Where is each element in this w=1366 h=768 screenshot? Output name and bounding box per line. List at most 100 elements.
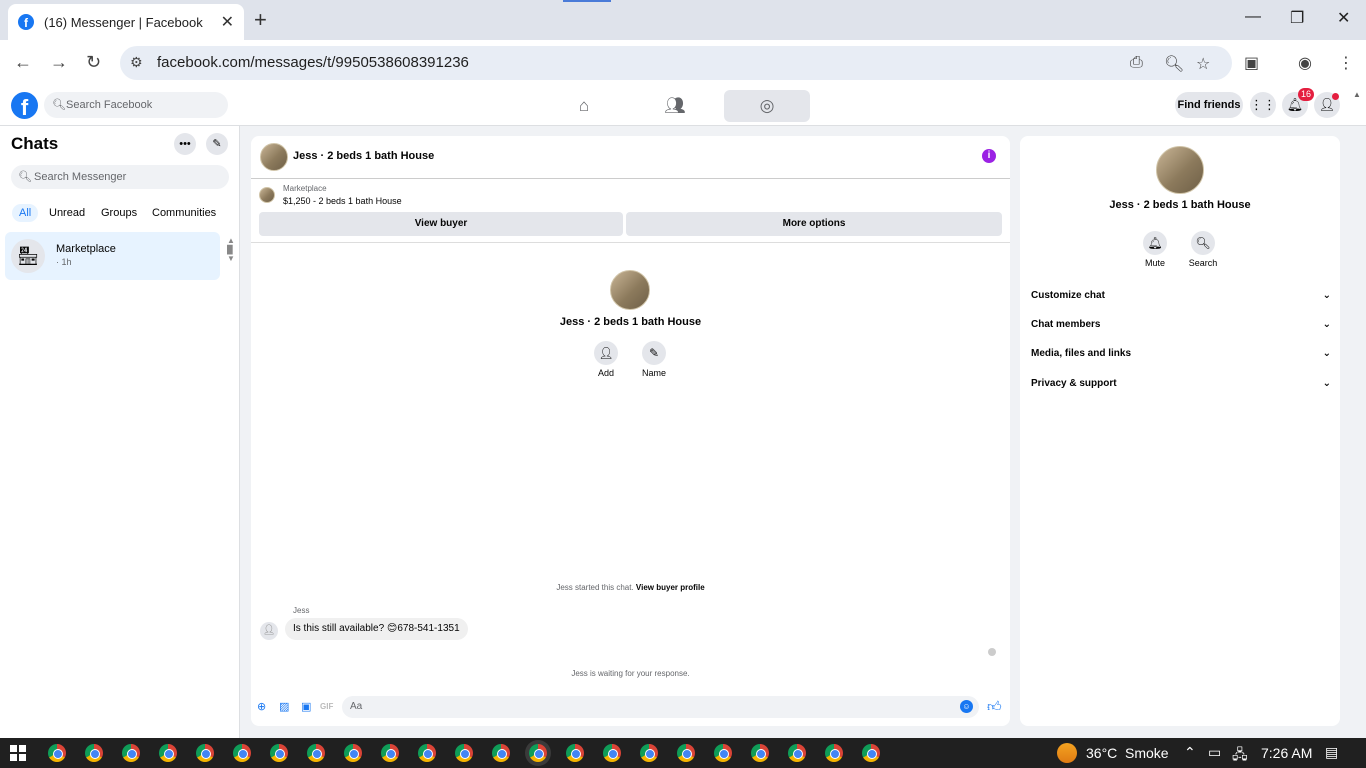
- tab-search-icon[interactable]: ▣: [1244, 53, 1259, 73]
- new-message-button[interactable]: ✎: [206, 133, 228, 155]
- chrome-taskbar-icon[interactable]: [233, 744, 251, 762]
- chrome-taskbar-icon[interactable]: [677, 744, 695, 762]
- windows-start-icon[interactable]: [10, 745, 26, 761]
- chrome-taskbar-icon[interactable]: [640, 744, 658, 762]
- chrome-taskbar-icon[interactable]: [862, 744, 880, 762]
- facebook-logo-icon[interactable]: f: [11, 92, 38, 119]
- notifications-center-icon[interactable]: ▤: [1325, 744, 1338, 761]
- search-icon: 🔍︎: [1195, 236, 1211, 250]
- reload-button[interactable]: ↻: [86, 52, 101, 73]
- groups-tab[interactable]: ◎: [724, 90, 810, 122]
- attach-image-icon[interactable]: ▨: [279, 700, 289, 713]
- site-settings-icon[interactable]: ⚙: [130, 54, 143, 71]
- weather-condition[interactable]: Smoke: [1125, 745, 1169, 761]
- chat-item-marketplace[interactable]: 🏪︎ Marketplace · 1h: [5, 232, 220, 280]
- install-app-icon[interactable]: ⎙: [1130, 54, 1143, 72]
- close-window-button[interactable]: ✕: [1337, 8, 1350, 28]
- chrome-taskbar-icon[interactable]: [48, 744, 66, 762]
- weather-icon[interactable]: [1057, 743, 1077, 763]
- filter-all[interactable]: All: [12, 204, 39, 222]
- browser-menu-icon[interactable]: ⋮: [1338, 53, 1354, 73]
- profile-icon[interactable]: ◉: [1298, 53, 1312, 73]
- listing-small-thumbnail[interactable]: [259, 187, 275, 203]
- sender-avatar-icon[interactable]: 👤︎: [260, 622, 278, 640]
- find-friends-button[interactable]: Find friends: [1175, 92, 1243, 118]
- back-button[interactable]: ←: [14, 52, 32, 73]
- marketplace-icon: 🏪︎: [11, 239, 45, 273]
- info-icon[interactable]: i: [982, 149, 996, 163]
- add-person-icon: 👤︎: [598, 346, 614, 360]
- chats-scrollbar[interactable]: ▲ █ ▼: [227, 236, 237, 263]
- chrome-taskbar-icon[interactable]: [122, 744, 140, 762]
- chrome-taskbar-icon[interactable]: [381, 744, 399, 762]
- chrome-taskbar-icon[interactable]: [603, 744, 621, 762]
- emoji-icon[interactable]: ☺: [960, 700, 973, 713]
- like-icon[interactable]: 👍︎: [987, 698, 1002, 715]
- chrome-taskbar-icon[interactable]: [307, 744, 325, 762]
- chrome-taskbar-icon[interactable]: [85, 744, 103, 762]
- battery-icon[interactable]: ▭: [1208, 744, 1221, 761]
- chrome-taskbar-icon[interactable]: [196, 744, 214, 762]
- search-in-chat-button[interactable]: 🔍︎: [1191, 231, 1215, 255]
- chrome-taskbar-icon[interactable]: [344, 744, 362, 762]
- address-bar[interactable]: ⚙ facebook.com/messages/t/99505386083912…: [120, 46, 1232, 80]
- tab-close-icon[interactable]: ✕: [221, 12, 234, 32]
- chrome-taskbar-icon[interactable]: [751, 744, 769, 762]
- view-buyer-profile-link[interactable]: View buyer profile: [636, 583, 705, 592]
- new-tab-button[interactable]: +: [254, 8, 267, 32]
- minimize-button[interactable]: —: [1245, 8, 1261, 26]
- chrome-taskbar-icon[interactable]: [714, 744, 732, 762]
- add-label: Add: [597, 368, 614, 378]
- home-tab[interactable]: ⌂: [541, 90, 627, 122]
- filter-unread[interactable]: Unread: [49, 207, 85, 219]
- more-options-button[interactable]: More options: [626, 212, 1002, 236]
- clock[interactable]: 7:26 AM: [1261, 745, 1312, 761]
- messenger-search-input[interactable]: 🔍︎ Search Messenger: [11, 165, 229, 189]
- show-hidden-icons-icon[interactable]: ⌃: [1184, 744, 1196, 761]
- chrome-taskbar-icon-active[interactable]: [529, 744, 547, 762]
- menu-grid-button[interactable]: ⋮⋮: [1250, 92, 1276, 118]
- bookmark-star-icon[interactable]: ☆: [1196, 54, 1210, 74]
- sticker-icon[interactable]: ▣: [301, 700, 311, 713]
- zoom-icon[interactable]: 🔍︎: [1164, 54, 1184, 74]
- listing-thumbnail[interactable]: [260, 143, 288, 171]
- temperature[interactable]: 36°C: [1086, 745, 1117, 761]
- privacy-support-row[interactable]: Privacy & support ⌄: [1031, 378, 1331, 389]
- facebook-search-input[interactable]: 🔍︎ Search Facebook: [44, 92, 228, 118]
- media-files-links-row[interactable]: Media, files and links ⌄: [1031, 348, 1331, 359]
- customize-chat-row[interactable]: Customize chat ⌄: [1031, 290, 1331, 301]
- add-people-button[interactable]: 👤︎: [594, 341, 618, 365]
- listing-price[interactable]: $1,250 - 2 beds 1 bath House: [283, 196, 402, 206]
- chrome-taskbar-icon[interactable]: [270, 744, 288, 762]
- chrome-taskbar-icon[interactable]: [566, 744, 584, 762]
- chat-options-button[interactable]: •••: [174, 133, 196, 155]
- view-buyer-button[interactable]: View buyer: [259, 212, 623, 236]
- message-input[interactable]: Aa ☺: [342, 696, 979, 718]
- filter-communities[interactable]: Communities: [152, 207, 216, 219]
- conversation-avatar: [610, 270, 650, 310]
- info-title: Jess · 2 beds 1 bath House: [1109, 199, 1251, 211]
- chrome-taskbar-icon[interactable]: [492, 744, 510, 762]
- friends-tab[interactable]: 👥︎: [632, 90, 718, 122]
- compose-icon: ✎: [212, 138, 222, 150]
- chat-members-row[interactable]: Chat members ⌄: [1031, 319, 1331, 330]
- chrome-taskbar-icon[interactable]: [788, 744, 806, 762]
- message-bubble[interactable]: Is this still available? 😊678-541-1351: [285, 618, 468, 640]
- messenger-search-placeholder: Search Messenger: [34, 171, 127, 183]
- page-scrollbar[interactable]: ▲: [1353, 90, 1361, 99]
- chrome-taskbar-icon[interactable]: [159, 744, 177, 762]
- section-label: Media, files and links: [1031, 348, 1132, 359]
- network-icon[interactable]: 🖧︎: [1232, 744, 1248, 768]
- forward-button[interactable]: →: [50, 52, 68, 73]
- gif-icon[interactable]: GIF: [320, 702, 333, 711]
- filter-groups[interactable]: Groups: [101, 207, 137, 219]
- conversation-title[interactable]: Jess · 2 beds 1 bath House: [293, 150, 434, 162]
- name-chat-button[interactable]: ✎: [642, 341, 666, 365]
- browser-tab[interactable]: f (16) Messenger | Facebook ✕: [8, 4, 244, 40]
- chrome-taskbar-icon[interactable]: [418, 744, 436, 762]
- mute-button[interactable]: 🔔︎: [1143, 231, 1167, 255]
- restore-button[interactable]: ❐: [1290, 8, 1304, 28]
- more-actions-icon[interactable]: ⊕: [257, 700, 266, 713]
- chrome-taskbar-icon[interactable]: [825, 744, 843, 762]
- chrome-taskbar-icon[interactable]: [455, 744, 473, 762]
